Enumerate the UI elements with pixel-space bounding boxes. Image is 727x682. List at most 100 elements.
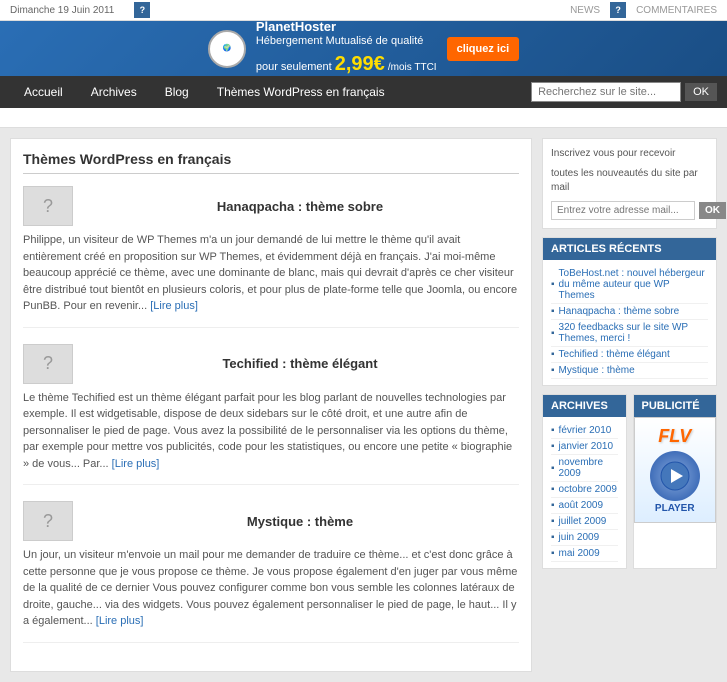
ad-logo: 🌍 [208, 30, 246, 68]
publicite-widget: PUBLICITÉ FLV PLAYER [633, 394, 718, 569]
icon-placeholder2: ? [610, 2, 626, 18]
article-3-read-more[interactable]: [Lire plus] [96, 615, 144, 627]
date-label: Dimanche 19 Juin 2011 [10, 5, 114, 16]
article-1-icon: ? [43, 196, 53, 217]
list-item: novembre 2009 [551, 455, 618, 482]
ad-logo-name: PlanetHoster [256, 19, 437, 34]
article-2-title: Techified : thème élégant [81, 356, 519, 371]
archives-title: ARCHIVES [543, 395, 626, 417]
article-2-thumb: ? [23, 344, 73, 384]
sub-nav [0, 108, 727, 128]
archive-link-3[interactable]: novembre 2009 [559, 457, 618, 479]
list-item: 320 feedbacks sur le site WP Themes, mer… [551, 320, 708, 347]
article-1: ? Hanaqpacha : thème sobre Philippe, un … [23, 186, 519, 328]
archive-link-1[interactable]: février 2010 [559, 425, 612, 436]
recent-articles-list: ToBeHost.net : nouvel hébergeur du même … [543, 260, 716, 385]
article-2-icon: ? [43, 353, 53, 374]
ad-banner: 🌍 PlanetHoster Hébergement Mutualisé de … [0, 21, 727, 76]
recent-article-link-4[interactable]: Techified : thème élégant [559, 349, 670, 360]
list-item: juin 2009 [551, 530, 618, 546]
archive-link-5[interactable]: août 2009 [559, 500, 604, 511]
newsletter-content: Inscrivez vous pour recevoir toutes les … [543, 139, 716, 228]
archive-link-2[interactable]: janvier 2010 [559, 441, 613, 452]
flv-player-ad[interactable]: FLV PLAYER [634, 417, 717, 523]
top-bar: Dimanche 19 Juin 2011 ? NEWS ? COMMENTAI… [0, 0, 727, 21]
content-area: Thèmes WordPress en français ? Hanaqpach… [10, 138, 532, 672]
archives-publicite-row: ARCHIVES février 2010 janvier 2010 novem… [542, 394, 717, 577]
newsletter-email-input[interactable] [551, 201, 695, 220]
ad-headline: Hébergement Mutualisé de qualité pour se… [256, 34, 437, 77]
newsletter-widget: Inscrivez vous pour recevoir toutes les … [542, 138, 717, 229]
recent-article-link-5[interactable]: Mystique : thème [559, 365, 635, 376]
page-title: Thèmes WordPress en français [23, 151, 519, 174]
play-icon [660, 461, 690, 491]
article-1-thumb: ? [23, 186, 73, 226]
recent-articles-title: ARTICLES RÉCENTS [543, 238, 716, 260]
article-3-title: Mystique : thème [81, 514, 519, 529]
ad-content: 🌍 PlanetHoster Hébergement Mutualisé de … [208, 19, 519, 77]
sub-nav-text [10, 112, 13, 123]
icon-placeholder1: ? [134, 2, 150, 18]
recent-articles-widget: ARTICLES RÉCENTS ToBeHost.net : nouvel h… [542, 237, 717, 386]
article-2-read-more[interactable]: [Lire plus] [112, 458, 160, 470]
nav-item-blog[interactable]: Blog [151, 77, 203, 107]
list-item: mai 2009 [551, 546, 618, 562]
archive-link-8[interactable]: mai 2009 [559, 548, 600, 559]
list-item: août 2009 [551, 498, 618, 514]
archive-link-7[interactable]: juin 2009 [559, 532, 600, 543]
article-3-icon: ? [43, 511, 53, 532]
recent-article-link-1[interactable]: ToBeHost.net : nouvel hébergeur du même … [559, 268, 708, 301]
search-button[interactable]: OK [685, 83, 717, 101]
archives-widget: ARCHIVES février 2010 janvier 2010 novem… [542, 394, 627, 569]
commentaires-label: COMMENTAIRES [636, 5, 717, 16]
top-bar-right: NEWS ? COMMENTAIRES [570, 2, 717, 18]
nav-items: Accueil Archives Blog Thèmes WordPress e… [10, 77, 399, 107]
article-3-thumb: ? [23, 501, 73, 541]
article-1-title: Hanaqpacha : thème sobre [81, 199, 519, 214]
newsletter-text1: Inscrivez vous pour recevoir [551, 147, 708, 161]
nav-item-archives[interactable]: Archives [77, 77, 151, 107]
ad-price: 2,99€ [335, 53, 385, 75]
article-2-body: Le thème Techified est un thème élégant … [23, 390, 519, 473]
nav-item-accueil[interactable]: Accueil [10, 77, 77, 107]
flv-player-icon [650, 451, 700, 501]
list-item: Mystique : thème [551, 363, 708, 379]
article-3-body: Un jour, un visiteur m'envoie un mail po… [23, 547, 519, 630]
ad-cta-button[interactable]: cliquez ici [447, 37, 520, 61]
ad-logo-inner: 🌍 [222, 44, 231, 53]
list-item: janvier 2010 [551, 439, 618, 455]
newsletter-text2: toutes les nouveautés du site par mail [551, 167, 708, 195]
ad-price-suffix: /mois TTCI [388, 62, 437, 73]
newsletter-form: OK [551, 201, 708, 220]
list-item: février 2010 [551, 423, 618, 439]
list-item: ToBeHost.net : nouvel hébergeur du même … [551, 266, 708, 304]
article-1-header: ? Hanaqpacha : thème sobre [23, 186, 519, 226]
list-item: juillet 2009 [551, 514, 618, 530]
flv-text: FLV [658, 426, 691, 447]
article-1-body: Philippe, un visiteur de WP Themes m'a u… [23, 232, 519, 315]
ad-text-block: PlanetHoster Hébergement Mutualisé de qu… [256, 19, 437, 77]
newsletter-submit-button[interactable]: OK [699, 202, 726, 219]
archive-link-4[interactable]: octobre 2009 [559, 484, 617, 495]
nav-item-themes[interactable]: Thèmes WordPress en français [203, 77, 399, 107]
list-item: Hanaqpacha : thème sobre [551, 304, 708, 320]
sidebar: Inscrivez vous pour recevoir toutes les … [542, 138, 717, 672]
publicite-title: PUBLICITÉ [634, 395, 717, 417]
article-3-header: ? Mystique : thème [23, 501, 519, 541]
article-3: ? Mystique : thème Un jour, un visiteur … [23, 501, 519, 643]
search-input[interactable] [531, 82, 681, 102]
article-2: ? Techified : thème élégant Le thème Tec… [23, 344, 519, 486]
nav-bar: Accueil Archives Blog Thèmes WordPress e… [0, 76, 727, 108]
top-bar-left: Dimanche 19 Juin 2011 ? [10, 2, 150, 18]
recent-article-link-2[interactable]: Hanaqpacha : thème sobre [559, 306, 680, 317]
archive-link-6[interactable]: juillet 2009 [559, 516, 607, 527]
recent-article-link-3[interactable]: 320 feedbacks sur le site WP Themes, mer… [559, 322, 708, 344]
archives-list: février 2010 janvier 2010 novembre 2009 … [543, 417, 626, 568]
article-2-header: ? Techified : thème élégant [23, 344, 519, 384]
list-item: octobre 2009 [551, 482, 618, 498]
list-item: Techified : thème élégant [551, 347, 708, 363]
article-1-read-more[interactable]: [Lire plus] [150, 300, 198, 312]
news-label: NEWS [570, 5, 600, 16]
flv-player-text: PLAYER [655, 503, 695, 514]
main-container: Thèmes WordPress en français ? Hanaqpach… [0, 128, 727, 682]
